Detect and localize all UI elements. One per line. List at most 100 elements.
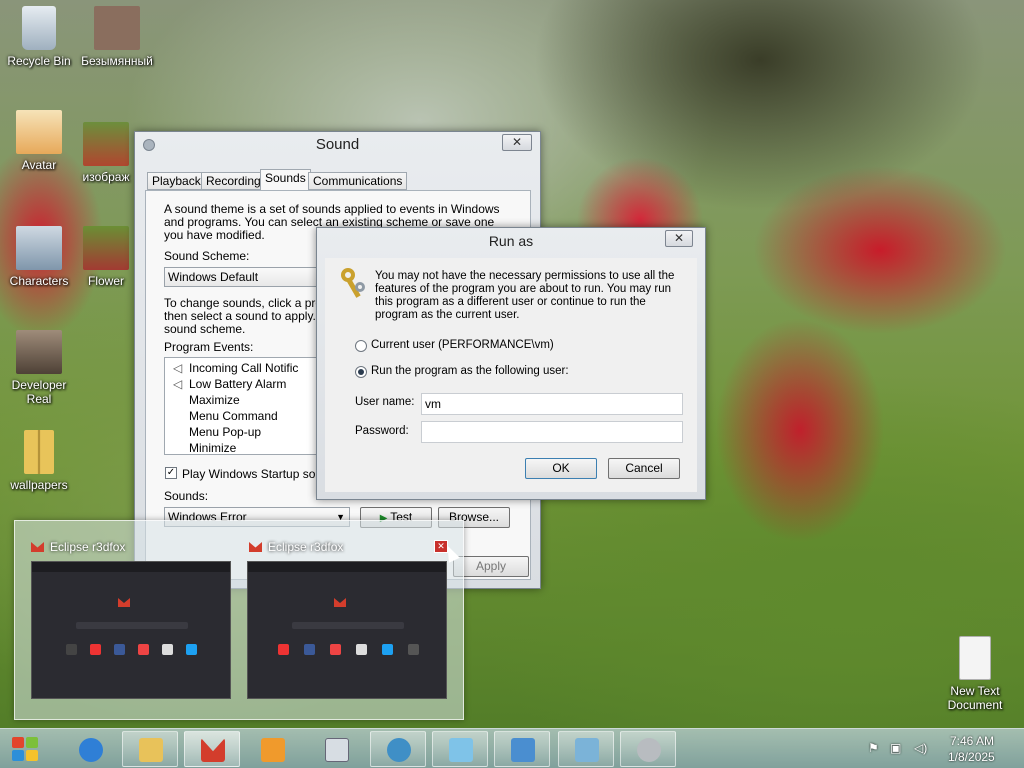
r3dfox-logo-icon — [334, 598, 346, 607]
list-item[interactable]: ◁ Incoming Call Notific — [173, 360, 298, 376]
youtube-icon — [90, 644, 101, 655]
program-events-label: Program Events: — [164, 340, 254, 354]
thumbnail-preview-2[interactable] — [247, 561, 447, 699]
r3dfox-logo-icon — [249, 542, 262, 552]
username-input[interactable]: vm — [421, 393, 683, 415]
browser-tabbar — [248, 562, 446, 572]
notepad-icon — [325, 738, 349, 762]
network-icon — [387, 738, 411, 762]
password-label: Password: — [355, 425, 409, 437]
speaker-icon: ◁ — [173, 361, 183, 375]
desktop-icon-recycle-bin[interactable]: Recycle Bin — [0, 6, 78, 68]
control-panel-icon — [511, 738, 535, 762]
program-events-list[interactable]: ◁ Incoming Call Notific ◁ Low Battery Alar… — [164, 357, 324, 455]
tile-icon — [162, 644, 173, 655]
current-user-label[interactable]: Current user (PERFORMANCE\vm) — [371, 339, 554, 351]
taskbar-notepad[interactable] — [308, 731, 364, 767]
other-user-radio[interactable] — [355, 366, 367, 378]
desktop-icon-flower[interactable]: Flower — [74, 226, 138, 288]
recycle-bin-icon — [22, 6, 56, 50]
r3dfox-icon — [201, 738, 225, 762]
taskbar-media-center[interactable] — [558, 731, 614, 767]
tile-icon — [66, 644, 77, 655]
tab-playback[interactable]: Playback — [147, 172, 206, 190]
keys-icon — [337, 266, 367, 298]
taskbar-control-panel[interactable] — [494, 731, 550, 767]
taskbar-internet-explorer[interactable] — [62, 731, 118, 767]
tile-icon — [330, 644, 341, 655]
taskbar-network[interactable] — [370, 731, 426, 767]
r3dfox-logo-icon — [118, 598, 130, 607]
thumbnail-title-2[interactable]: Eclipse r3dfox — [249, 539, 343, 555]
speaker-icon — [637, 738, 661, 762]
runas-close-button[interactable]: ✕ — [665, 230, 693, 247]
characters-icon — [16, 226, 62, 270]
desktop-icon-new-text-document[interactable]: New Text Document — [936, 636, 1014, 712]
ok-button[interactable]: OK — [525, 458, 597, 479]
windows-logo-icon — [12, 737, 24, 748]
list-item[interactable]: Menu Pop-up — [189, 424, 261, 440]
text-document-icon — [959, 636, 991, 680]
search-bar-preview — [292, 622, 404, 629]
speaker-icon: ◁ — [173, 377, 183, 391]
list-item[interactable]: Maximize — [189, 392, 240, 408]
tab-communications[interactable]: Communications — [308, 172, 408, 190]
current-user-radio[interactable] — [355, 340, 367, 352]
app-window-icon — [449, 738, 473, 762]
permissions-message: You may not have the necessary permissio… — [375, 270, 675, 321]
start-button[interactable] — [6, 733, 46, 765]
tile-icon — [356, 644, 367, 655]
taskbar-media-player[interactable] — [244, 731, 300, 767]
volume-tray-icon[interactable]: ◁) — [914, 741, 927, 755]
network-tray-icon[interactable]: ▣ — [890, 741, 901, 755]
runas-content: You may not have the necessary permissio… — [325, 258, 697, 492]
flower-picture-icon — [83, 226, 129, 270]
username-label: User name: — [355, 396, 415, 408]
list-item[interactable]: ◁ Low Battery Alarm — [173, 376, 286, 392]
clock-date[interactable]: 1/8/2025 — [948, 750, 995, 764]
taskbar-r3dfox[interactable] — [184, 731, 240, 767]
tab-sounds[interactable]: Sounds — [260, 169, 311, 191]
startup-sound-label: Play Windows Startup sou — [182, 467, 323, 481]
sound-close-button[interactable]: ✕ — [502, 134, 532, 151]
password-input[interactable] — [421, 421, 683, 443]
list-item[interactable]: Minimize — [189, 440, 236, 454]
tile-icon — [138, 644, 149, 655]
taskbar: ⚑ ▣ ◁) 7:46 AM 1/8/2025 — [0, 728, 1024, 768]
r3dfox-logo-icon — [31, 542, 44, 552]
thumbnail-preview-1[interactable] — [31, 561, 231, 699]
media-player-icon — [261, 738, 285, 762]
search-bar-preview — [76, 622, 188, 629]
media-center-icon — [575, 738, 599, 762]
thumbnail-title-1[interactable]: Eclipse r3dfox — [31, 539, 125, 555]
startup-sound-checkbox[interactable]: ✓ — [165, 467, 177, 479]
desktop-icon-bezymyanny[interactable]: Безымянный — [78, 6, 156, 68]
sound-scheme-label: Sound Scheme: — [164, 249, 250, 263]
mouse-cursor-icon — [442, 543, 460, 563]
clock-time[interactable]: 7:46 AM — [950, 734, 994, 748]
photo-icon — [94, 6, 140, 50]
taskbar-sound[interactable] — [620, 731, 676, 767]
desktop-icon-developer-real[interactable]: Developer Real — [0, 330, 78, 406]
sound-scheme-select[interactable]: Windows Default — [164, 267, 334, 287]
desktop-icon-izobrazh[interactable]: изображ — [74, 122, 138, 184]
folder-zip-icon — [24, 430, 54, 474]
tab-recording[interactable]: Recording — [201, 172, 266, 190]
taskbar-thumbnail-panel: Eclipse r3dfox Eclipse r3dfox ✕ — [14, 520, 464, 720]
sound-dialog-title: Sound — [315, 136, 360, 153]
cancel-button[interactable]: Cancel — [608, 458, 680, 479]
apply-button[interactable]: Apply — [453, 556, 529, 577]
twitter-icon — [382, 644, 393, 655]
list-item[interactable]: Menu Command — [189, 408, 278, 424]
change-sounds-text-2: then select a sound to apply. — [164, 309, 316, 323]
taskbar-explorer[interactable] — [122, 731, 178, 767]
taskbar-app-blue[interactable] — [432, 731, 488, 767]
other-user-label[interactable]: Run the program as the following user: — [371, 365, 569, 377]
change-sounds-text-3: sound scheme. — [164, 322, 246, 336]
desktop-icon-avatar[interactable]: Avatar — [0, 110, 78, 172]
ie-icon — [79, 738, 103, 762]
desktop-icon-wallpapers[interactable]: wallpapers — [0, 430, 78, 492]
youtube-icon — [278, 644, 289, 655]
desktop-icon-characters[interactable]: Characters — [0, 226, 78, 288]
action-center-flag-icon[interactable]: ⚑ — [868, 741, 879, 755]
